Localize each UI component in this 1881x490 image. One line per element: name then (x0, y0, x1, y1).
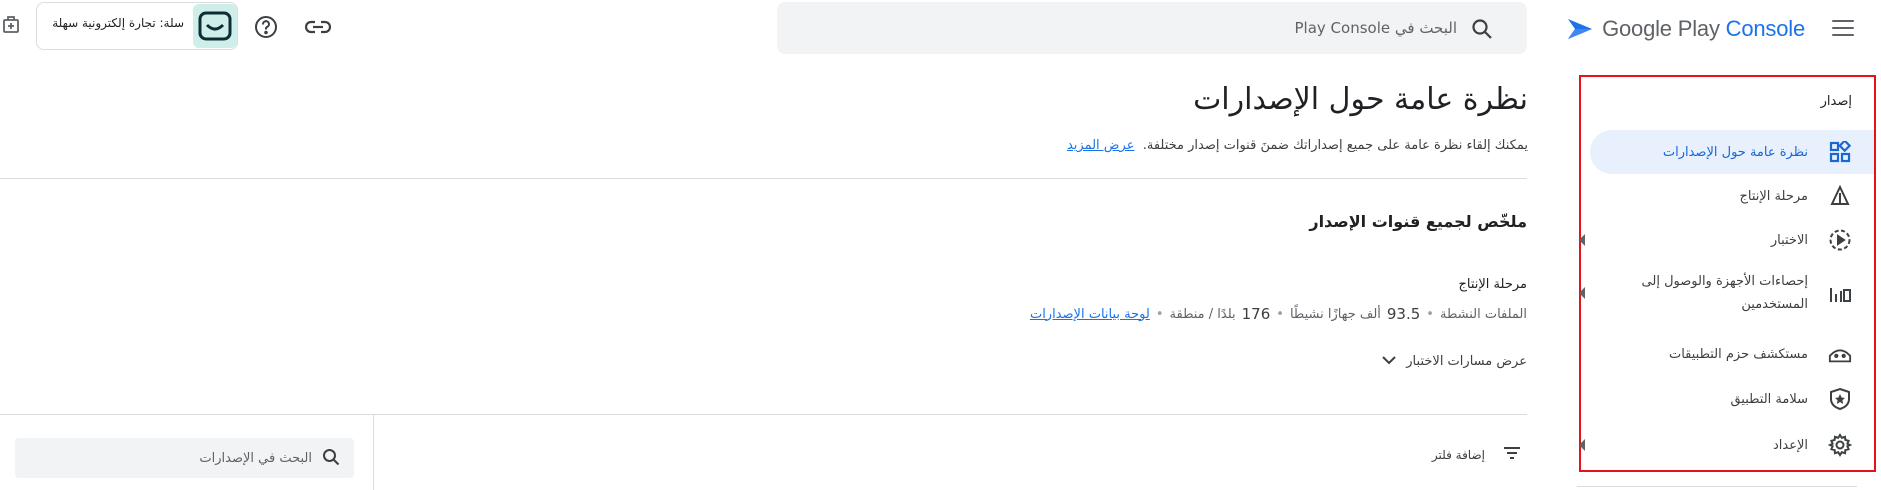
active-files-label: الملفات النشطة (1439, 306, 1527, 322)
filter-icon (1503, 446, 1521, 463)
nav-item-label: إحصاءات الأجهزة والوصول إلى المستخدمين (1641, 274, 1808, 312)
testing-icon (1828, 228, 1852, 252)
chevron-down-icon (1382, 354, 1396, 369)
rail-divider (1577, 486, 1857, 487)
search-icon[interactable] (1471, 18, 1493, 40)
app-name: سلة: تجارة إلكترونية سهلة (52, 16, 184, 30)
nav-item-production[interactable]: مرحلة الإنتاج (1579, 174, 1874, 218)
add-filter-button[interactable]: إضافة فلتر (1432, 446, 1521, 463)
separator-dot: • (1426, 306, 1434, 322)
releases-search-bar[interactable] (15, 438, 354, 478)
play-console-logo-icon (1568, 19, 1593, 39)
summary-title: ملخّص لجميع قنوات الإصدار (1309, 212, 1527, 231)
navigation-rail: Google Play Console إصدار نظرة عامة حول … (1567, 0, 1881, 490)
page-description: يمكنك إلقاء نظرة عامة على جميع إصداراتك … (1067, 138, 1528, 153)
countries-value: 176 (1241, 305, 1271, 323)
bundle-icon (1828, 342, 1852, 366)
nav-item-label: مستكشف حزم التطبيقات (1668, 346, 1808, 362)
show-tracks-label: عرض مسارات الاختبار (1406, 354, 1527, 369)
dashboard-icon (1828, 140, 1852, 164)
console-search-bar[interactable] (777, 2, 1527, 54)
menu-icon[interactable] (1831, 18, 1855, 38)
search-icon[interactable] (320, 448, 340, 468)
gear-icon (1828, 433, 1852, 457)
production-stage-label: مرحلة الإنتاج (1458, 277, 1528, 292)
divider (0, 414, 1527, 415)
production-icon (1828, 184, 1852, 208)
devices-value: 93.5 (1386, 305, 1421, 323)
release-dashboard-link[interactable]: لوحة بيانات الإصدارات (1030, 307, 1150, 322)
expand-caret-icon[interactable] (1579, 439, 1585, 451)
add-filter-label: إضافة فلتر (1431, 447, 1485, 462)
notification-icon[interactable] (0, 14, 20, 36)
app-selector[interactable]: سلة: تجارة إلكترونية سهلة (36, 2, 238, 50)
page-title: نظرة عامة حول الإصدارات (1193, 82, 1528, 117)
nav-item-label: سلامة التطبيق (1730, 391, 1808, 407)
shield-icon (1828, 387, 1852, 411)
nav-item-testing[interactable]: الاختبار (1579, 218, 1874, 262)
vertical-divider (373, 414, 374, 490)
production-stats: الملفات النشطة • 93.5 ألف جهازًا نشيطًا … (1030, 305, 1527, 323)
brand-header: Google Play Console (1567, 8, 1881, 48)
help-icon[interactable] (252, 13, 280, 41)
nav-item-label: نظرة عامة حول الإصدارات (1662, 144, 1808, 160)
console-search-input[interactable] (857, 16, 1457, 40)
devices-label: ألف جهازًا نشيطًا (1289, 306, 1381, 322)
expand-caret-icon[interactable] (1579, 287, 1585, 299)
nav-item-label: مرحلة الإنتاج (1739, 188, 1809, 204)
description-text: يمكنك إلقاء نظرة عامة على جميع إصداراتك … (1142, 138, 1528, 153)
bar-chart-icon (1828, 281, 1852, 305)
nav-item-bundle-explorer[interactable]: مستكشف حزم التطبيقات (1579, 332, 1874, 376)
releases-search-input[interactable] (42, 447, 312, 469)
learn-more-link[interactable]: عرض المزيد (1067, 138, 1134, 153)
separator-dot: • (1276, 306, 1284, 322)
release-nav-section: إصدار نظرة عامة حول الإصدارات مرحلة الإن… (1579, 75, 1876, 472)
divider (0, 178, 1527, 179)
nav-item-app-integrity[interactable]: سلامة التطبيق (1579, 377, 1874, 421)
logo-wordmark: Google Play Console (1602, 16, 1805, 41)
nav-section-label: إصدار (1820, 94, 1852, 109)
show-testing-tracks-toggle[interactable]: عرض مسارات الاختبار (1382, 354, 1527, 369)
expand-caret-icon[interactable] (1579, 234, 1585, 246)
nav-item-label: الإعداد (1772, 437, 1808, 453)
nav-item-setup[interactable]: الإعداد (1579, 423, 1874, 467)
nav-item-label: الاختبار (1770, 232, 1808, 248)
link-icon[interactable] (304, 13, 332, 41)
app-logo (193, 4, 237, 48)
nav-item-device-stats[interactable]: إحصاءات الأجهزة والوصول إلى المستخدمين (1579, 262, 1874, 324)
countries-label: بلدًا / منطقة (1169, 306, 1236, 322)
play-console-logo[interactable]: Google Play Console (1566, 14, 1805, 44)
separator-dot: • (1155, 306, 1164, 322)
nav-item-releases-overview[interactable]: نظرة عامة حول الإصدارات (1590, 130, 1874, 174)
